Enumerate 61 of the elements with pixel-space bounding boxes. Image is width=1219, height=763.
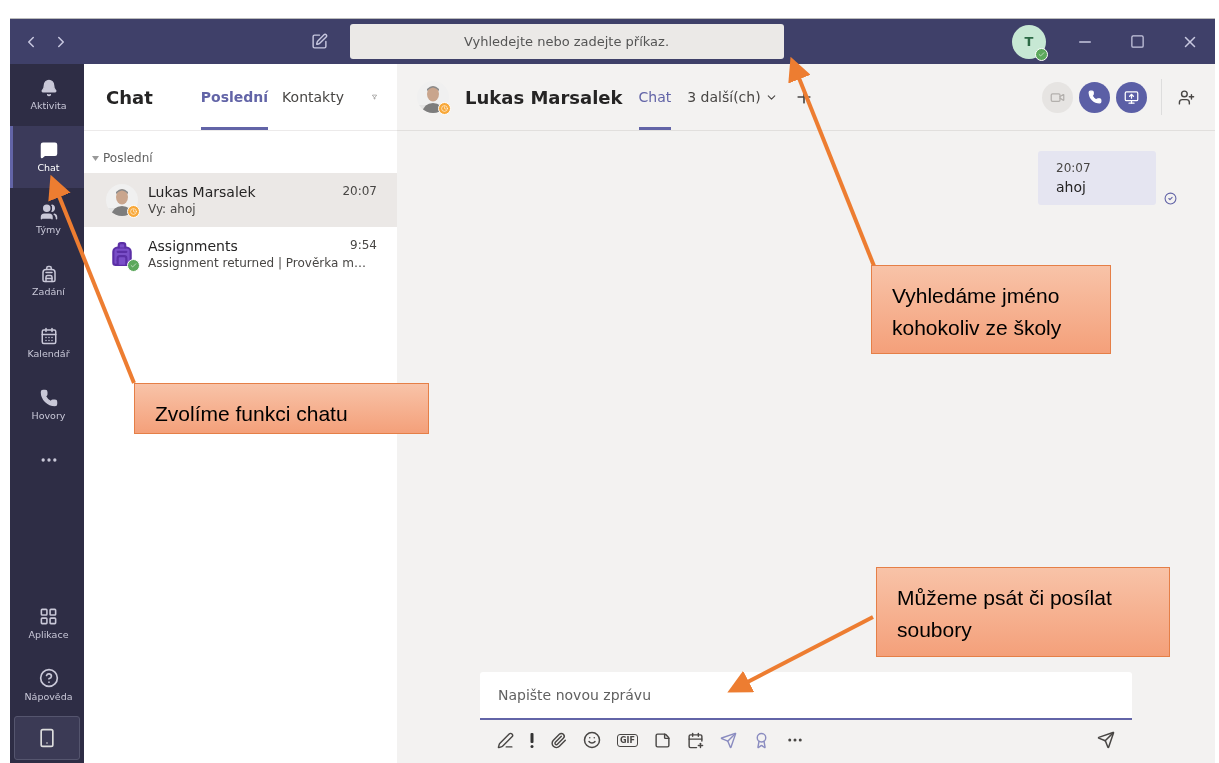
- add-people-icon[interactable]: [1178, 88, 1195, 106]
- available-status-icon: [1035, 47, 1048, 61]
- callout: Zvolíme funkci chatu: [134, 383, 429, 434]
- backpack-icon: [109, 241, 135, 267]
- conversation-item[interactable]: Lukas Marsalek 20:07 Vy: ahoj: [84, 173, 397, 227]
- gif-button[interactable]: GIF: [617, 733, 638, 747]
- chat-icon: [39, 141, 58, 159]
- callout: Vyhledáme jméno kohokoliv ze školy: [871, 265, 1111, 354]
- tab[interactable]: 3 další(ch): [687, 64, 778, 130]
- tab[interactable]: Poslední: [200, 64, 269, 130]
- chat-heading: Chat: [106, 86, 153, 108]
- message-preview: Vy: ahoj: [148, 202, 197, 216]
- contact-name: Lukas Marsalek: [465, 86, 623, 108]
- contact-name: Lukas Marsalek: [148, 184, 256, 200]
- rail-item[interactable]: Chat: [10, 126, 84, 188]
- rail-item[interactable]: Týmy: [10, 188, 84, 250]
- message-preview: Assignment returned | Prověrka m…: [148, 256, 367, 270]
- apps-icon: [39, 606, 58, 626]
- message-time: 20:07: [342, 184, 377, 200]
- format-icon[interactable]: [497, 731, 514, 749]
- message-text: ahoj: [1056, 179, 1087, 195]
- message-input[interactable]: Napište novou zprávu: [480, 672, 1132, 720]
- attach-icon[interactable]: [550, 731, 567, 749]
- sticker-icon[interactable]: [654, 731, 671, 749]
- rail-item[interactable]: Kalendář: [10, 312, 84, 374]
- message-time: 9:54: [350, 238, 377, 254]
- away-status-icon: [438, 102, 451, 115]
- important-icon[interactable]: [530, 732, 534, 748]
- rail-item[interactable]: Zadání: [10, 250, 84, 312]
- search-field[interactable]: Vyhledejte nebo zadejte příkaz.: [349, 24, 784, 59]
- available-status-icon: [127, 259, 140, 272]
- calendar-icon: [39, 327, 58, 345]
- help-icon: [38, 668, 59, 688]
- share-call-button[interactable]: [1116, 81, 1147, 113]
- send-icon[interactable]: [1097, 731, 1115, 749]
- bell-icon: [39, 79, 58, 97]
- screen-share-icon: [1124, 89, 1139, 105]
- collapse-caret-icon[interactable]: [92, 155, 99, 161]
- rail-item[interactable]: Hovory: [10, 374, 84, 436]
- message-time: 20:07: [1056, 161, 1092, 175]
- phone-icon: [39, 389, 58, 407]
- new-chat-icon[interactable]: [310, 33, 328, 50]
- maximize-icon[interactable]: [1130, 34, 1145, 49]
- contact-name: Assignments: [148, 238, 238, 254]
- section-label: Poslední: [103, 151, 153, 165]
- rail-item[interactable]: Nápověda: [10, 654, 84, 716]
- tab[interactable]: Kontakty: [282, 64, 344, 130]
- people-icon: [39, 203, 58, 221]
- smartphone-icon: [37, 728, 57, 748]
- callout: Můžeme psát či posílat soubory: [876, 567, 1170, 657]
- phone-icon: [1087, 90, 1102, 104]
- away-status-icon: [127, 205, 140, 218]
- backpack-icon: [39, 265, 58, 283]
- user-avatar[interactable]: T: [1012, 24, 1046, 59]
- audio-call-button[interactable]: [1079, 81, 1110, 113]
- tab[interactable]: Chat: [638, 64, 672, 130]
- rail-item[interactable]: Aplikace: [10, 592, 84, 654]
- mobile-button[interactable]: [14, 716, 80, 760]
- rail-item[interactable]: Aktivita: [10, 64, 84, 126]
- schedule-meeting-icon[interactable]: [687, 731, 704, 749]
- emoji-icon[interactable]: [583, 731, 601, 749]
